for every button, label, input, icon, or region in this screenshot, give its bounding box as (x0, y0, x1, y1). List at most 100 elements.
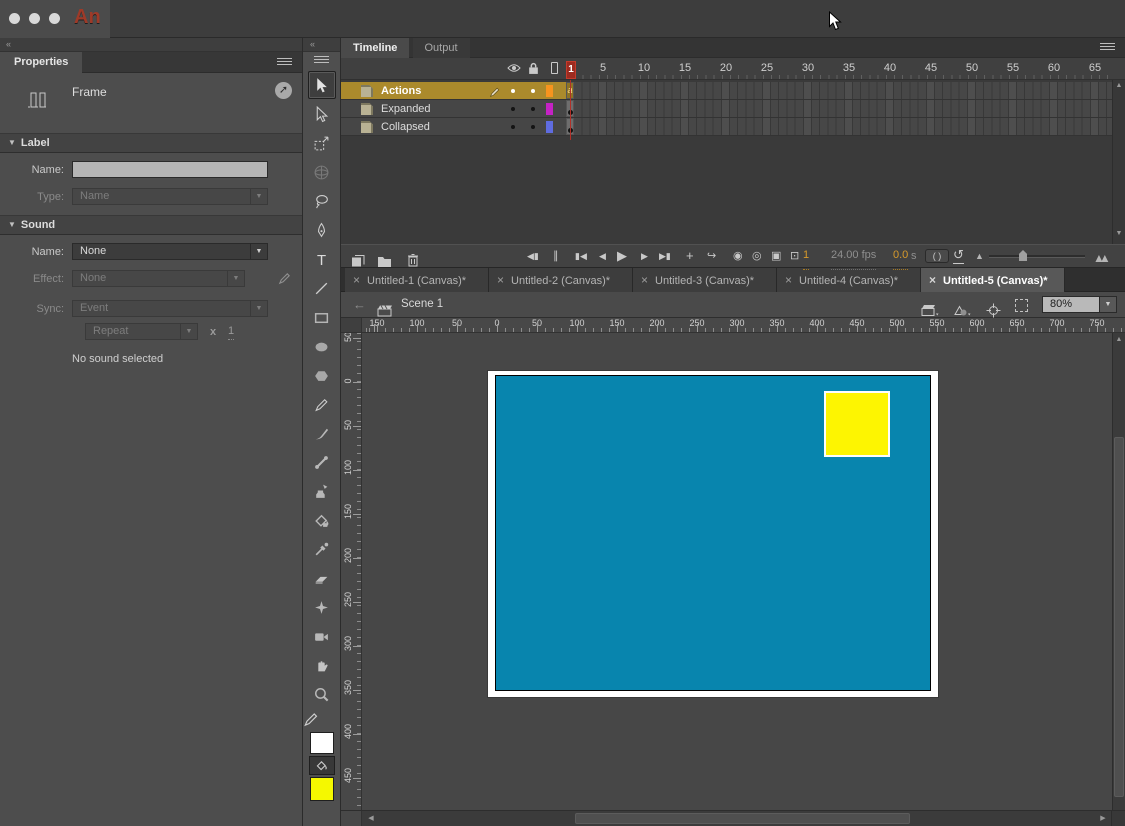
edit-multiple-frames-button[interactable]: ▣ (771, 245, 781, 267)
window-close-button[interactable] (9, 13, 20, 24)
close-icon[interactable]: × (929, 273, 936, 287)
free-transform-tool[interactable] (308, 129, 336, 157)
onion-skin-outlines-button[interactable]: ◎ (752, 245, 762, 267)
timeline-vertical-scrollbar[interactable]: ▲ ▼ (1112, 80, 1125, 244)
tools-collapse-strip[interactable]: « (303, 38, 340, 52)
yellow-square-shape[interactable] (824, 391, 890, 457)
layer-outline-color-swatch[interactable] (546, 85, 553, 97)
scroll-up-icon[interactable]: ▲ (1113, 336, 1125, 343)
properties-collapse-strip[interactable]: « (0, 38, 302, 52)
frame-grid[interactable]: a (566, 82, 1112, 136)
vertical-scroll-thumb[interactable] (1114, 437, 1124, 797)
goto-marker-button[interactable]: ◀▮ (527, 245, 539, 267)
pasteboard[interactable] (362, 333, 1112, 810)
section-header-sound[interactable]: ▼Sound (0, 215, 302, 235)
layer-name[interactable]: Collapsed (381, 118, 430, 136)
repeat-count-value[interactable]: 1 (228, 323, 234, 340)
elapsed-time-field[interactable]: 0.0 (893, 248, 908, 270)
new-layer-button[interactable] (351, 250, 365, 272)
subselection-tool[interactable] (308, 100, 336, 128)
close-icon[interactable]: × (785, 273, 792, 287)
layer-lock-dot[interactable] (531, 107, 535, 111)
scroll-left-icon[interactable]: ◀ (365, 811, 377, 826)
stroke-color-swatch[interactable] (310, 732, 334, 754)
last-frame-button[interactable]: ▶▮ (659, 245, 671, 267)
tab-timeline[interactable]: Timeline (341, 38, 409, 58)
layer-name[interactable]: Expanded (381, 100, 431, 118)
clip-content-button[interactable] (1015, 299, 1028, 312)
section-header-label[interactable]: ▼Label (0, 133, 302, 153)
panel-menu-icon[interactable] (277, 58, 292, 67)
layer-visibility-dot[interactable] (511, 125, 515, 129)
rectangle-tool[interactable] (308, 303, 336, 331)
scroll-right-icon[interactable]: ▶ (1097, 811, 1109, 826)
3d-rotation-tool[interactable] (308, 158, 336, 186)
collapse-icon[interactable]: « (310, 39, 314, 49)
lock-all-layers-icon[interactable] (528, 62, 539, 75)
timeline-menu-icon[interactable] (1100, 43, 1115, 52)
tab-properties[interactable]: Properties (0, 52, 82, 73)
frame-rate-field[interactable]: 24.00 fps (831, 248, 876, 270)
hand-tool[interactable] (308, 651, 336, 679)
close-icon[interactable]: × (353, 273, 360, 287)
outline-all-layers-icon[interactable] (551, 62, 558, 74)
pencil-tool[interactable] (308, 390, 336, 418)
document-tab[interactable]: ×Untitled-1 (Canvas)* (345, 268, 489, 292)
collapse-icon[interactable]: « (6, 39, 10, 49)
tab-output[interactable]: Output (413, 38, 470, 58)
canvas-horizontal-scrollbar[interactable]: ◀ ▶ (341, 810, 1125, 826)
label-name-input[interactable] (72, 161, 268, 178)
horizontal-scroll-thumb[interactable] (575, 813, 910, 824)
layer-lock-dot[interactable] (531, 89, 535, 93)
selection-tool[interactable] (308, 71, 336, 99)
layer-visibility-dot[interactable] (511, 107, 515, 111)
modify-markers-button[interactable]: ⊡ (790, 245, 799, 267)
layer-lock-dot[interactable] (531, 125, 535, 129)
reset-timeline-zoom-button[interactable]: ↺ (953, 248, 964, 264)
delete-layer-button[interactable] (407, 249, 419, 271)
back-arrow-icon[interactable]: ← (353, 292, 366, 317)
window-minimize-button[interactable] (29, 13, 40, 24)
canvas-vertical-scrollbar[interactable]: ▲ (1112, 333, 1125, 810)
edit-sound-pencil-icon[interactable] (277, 271, 292, 286)
onion-skin-button[interactable]: ◉ (733, 245, 743, 267)
fill-color-bucket-icon[interactable] (309, 756, 335, 775)
fill-color-swatch[interactable] (310, 777, 334, 801)
eraser-tool[interactable] (308, 564, 336, 592)
document-tab[interactable]: ×Untitled-4 (Canvas)* (777, 268, 921, 292)
new-folder-button[interactable] (377, 250, 392, 272)
tools-menu-icon[interactable] (314, 56, 329, 65)
show-hide-all-layers-eye-icon[interactable] (507, 62, 521, 74)
center-playhead-button[interactable]: + (686, 245, 694, 267)
stage-zoom-value[interactable]: 80% (1042, 296, 1100, 313)
layer-row[interactable]: Actions (341, 82, 566, 100)
close-icon[interactable]: × (497, 273, 504, 287)
polystar-tool[interactable] (308, 361, 336, 389)
zoom-in-frames-icon[interactable]: ▲▲ (1093, 247, 1105, 269)
line-tool[interactable] (308, 274, 336, 302)
next-frame-button[interactable]: ▶ (641, 245, 648, 267)
layer-outline-color-swatch[interactable] (546, 103, 553, 115)
previous-frame-button[interactable]: ◀ (599, 245, 606, 267)
playhead[interactable] (570, 80, 571, 140)
sound-name-select[interactable]: None ▼ (72, 243, 268, 260)
loop-button[interactable]: ↪ (707, 245, 716, 267)
layer-visibility-dot[interactable] (511, 89, 515, 93)
zoom-out-frames-icon[interactable]: ▲ (975, 245, 984, 267)
paint-bucket-tool[interactable] (308, 506, 336, 534)
lasso-tool[interactable] (308, 187, 336, 215)
play-button[interactable]: ▶ (617, 245, 627, 267)
oval-tool[interactable] (308, 332, 336, 360)
timeline-zoom-slider-thumb[interactable] (1019, 250, 1027, 261)
document-tab[interactable]: ×Untitled-5 (Canvas)* (921, 268, 1065, 292)
window-zoom-button[interactable] (49, 13, 60, 24)
scroll-down-icon[interactable]: ▼ (1113, 230, 1125, 237)
stage[interactable] (488, 371, 938, 697)
layer-row[interactable]: Collapsed (341, 118, 566, 136)
text-tool[interactable]: T (308, 245, 336, 273)
loop-range-button[interactable]: ( ) (925, 249, 949, 263)
document-tab[interactable]: ×Untitled-2 (Canvas)* (489, 268, 633, 292)
eyedropper-tool[interactable] (308, 535, 336, 563)
pen-tool[interactable] (308, 216, 336, 244)
current-frame-field[interactable]: 1 (803, 248, 809, 270)
